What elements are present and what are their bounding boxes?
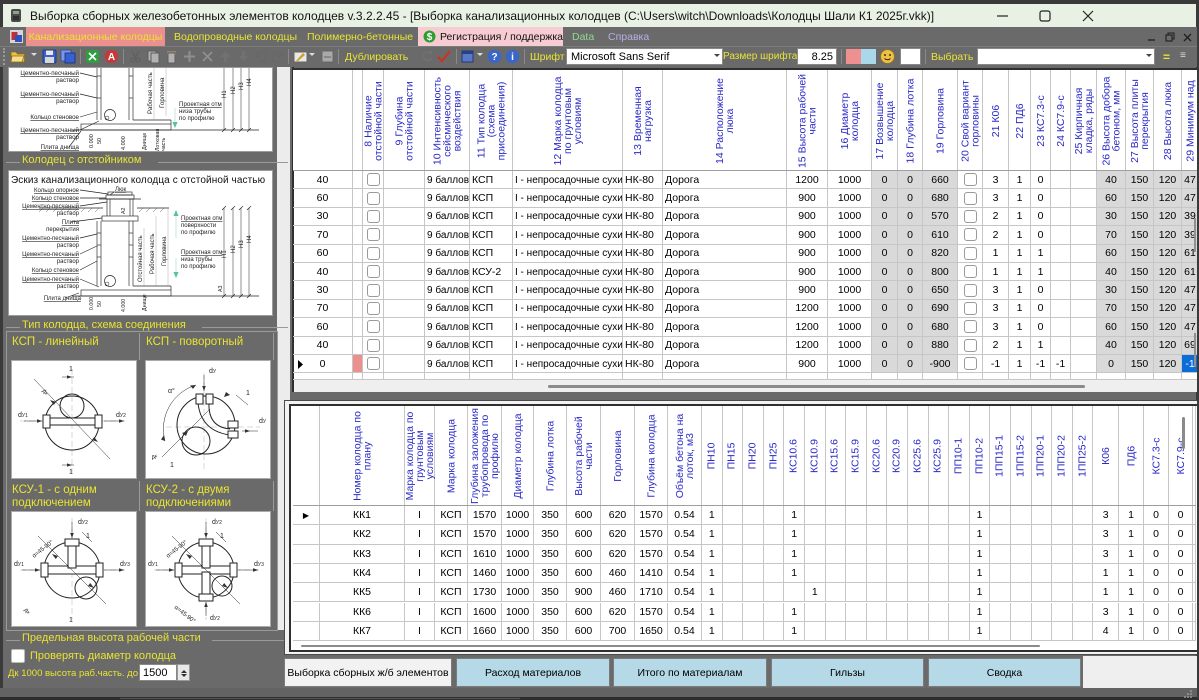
svg-text:Проектная отм: Проектная отм xyxy=(181,216,222,222)
svg-text:i: i xyxy=(511,52,514,63)
svg-text:Цементно-песчаный: Цементно-песчаный xyxy=(20,127,79,134)
svg-text:50: 50 xyxy=(97,301,103,307)
svg-text:Н2: Н2 xyxy=(231,245,237,253)
svg-text:низа трубы: низа трубы xyxy=(181,257,212,263)
svg-text:Рабочая часть: Рабочая часть xyxy=(150,234,156,275)
svg-text:Кольцо стеновое: Кольцо стеновое xyxy=(30,114,79,121)
svg-text:4.000: 4.000 xyxy=(121,299,127,312)
svg-text:dУ2: dУ2 xyxy=(212,519,222,526)
svg-text:dУ3: dУ3 xyxy=(254,561,264,568)
svg-text:Цементно-песчаный: Цементно-песчаный xyxy=(22,235,79,242)
svg-text:Горловина: Горловина xyxy=(162,236,168,266)
svg-text:Проектная отм: Проектная отм xyxy=(179,101,222,108)
svg-text:dУ2: dУ2 xyxy=(116,412,126,419)
svg-text:Н4: Н4 xyxy=(247,78,253,86)
svg-text:Цементно-песчаный: Цементно-песчаный xyxy=(22,203,79,210)
svg-text:по профилю: по профилю xyxy=(181,264,216,270)
svg-text:A: A xyxy=(108,52,115,63)
svg-text:Плита днища: Плита днища xyxy=(41,144,80,151)
svg-text:α=45-90°: α=45-90° xyxy=(173,605,197,624)
svg-text:0.000: 0.000 xyxy=(89,134,95,148)
svg-text:по профилю: по профилю xyxy=(181,230,216,236)
svg-text:Н4: Н4 xyxy=(247,235,253,243)
svg-text:дк: дк xyxy=(151,453,159,461)
svg-text:Днище: Днище xyxy=(142,294,148,311)
svg-text:1: 1 xyxy=(220,533,224,540)
svg-text:Кольцо стеновое: Кольцо стеновое xyxy=(32,196,80,202)
svg-text:dУ3: dУ3 xyxy=(120,561,130,568)
svg-text:Кольцо стеновое: Кольцо стеновое xyxy=(32,268,80,274)
svg-text:dУ1: dУ1 xyxy=(14,561,24,568)
svg-text:по профилю: по профилю xyxy=(179,115,215,122)
svg-text:1: 1 xyxy=(69,617,73,624)
svg-text:поверхности: поверхности xyxy=(181,223,216,229)
svg-text:0.000: 0.000 xyxy=(89,297,95,310)
svg-text:1: 1 xyxy=(246,390,250,397)
svg-text:раствор: раствор xyxy=(57,259,80,265)
svg-text:Цементно-песчаный: Цементно-песчаный xyxy=(22,251,79,258)
svg-text:1: 1 xyxy=(86,533,90,540)
svg-text:перекрытия: перекрытия xyxy=(46,227,79,233)
svg-text:Отстойная часть: Отстойная часть xyxy=(137,235,144,282)
svg-text:Цементно-песчаный: Цементно-песчаный xyxy=(20,70,79,77)
svg-text:Н1: Н1 xyxy=(222,90,228,98)
svg-text:Кольцо опорное: Кольцо опорное xyxy=(34,188,80,194)
svg-text:dУ2: dУ2 xyxy=(210,615,220,622)
svg-text:1: 1 xyxy=(170,462,174,469)
svg-text:$: $ xyxy=(427,32,433,43)
svg-text:дк: дк xyxy=(23,607,32,616)
svg-text:раствор: раствор xyxy=(57,211,80,217)
svg-text:dУ1: dУ1 xyxy=(18,412,28,419)
svg-text:1: 1 xyxy=(69,366,73,373)
svg-text:дк: дк xyxy=(41,388,50,397)
svg-text:Плита: Плита xyxy=(62,220,80,226)
svg-text:Н3: Н3 xyxy=(239,82,245,90)
svg-text:Н3: Н3 xyxy=(239,240,245,248)
svg-text:часть: часть xyxy=(161,137,167,151)
svg-text:Рабочая часть: Рабочая часть xyxy=(147,72,154,114)
svg-text:Люк: Люк xyxy=(115,187,126,193)
svg-text:50: 50 xyxy=(97,138,103,144)
svg-text:1: 1 xyxy=(69,469,73,475)
svg-text:Цементно-песчаный: Цементно-песчаный xyxy=(20,91,79,98)
svg-text:4.000: 4.000 xyxy=(121,136,127,150)
svg-text:Н1: Н1 xyxy=(222,250,228,258)
svg-text:Плита днища: Плита днища xyxy=(44,296,82,302)
svg-text:раствор: раствор xyxy=(56,77,79,84)
svg-text:раствор: раствор xyxy=(57,284,80,290)
svg-text:dУ1: dУ1 xyxy=(148,561,158,568)
svg-text:dУ2: dУ2 xyxy=(78,519,88,526)
svg-text:раствор: раствор xyxy=(56,98,79,105)
svg-text:Проектная отм: Проектная отм xyxy=(181,250,222,256)
svg-text:Цементно-песчаный: Цементно-песчаный xyxy=(22,276,79,283)
svg-text:dУ: dУ xyxy=(259,418,267,425)
svg-text:низа трубы: низа трубы xyxy=(179,108,212,115)
svg-text:А2: А2 xyxy=(121,207,127,214)
svg-text:Н2: Н2 xyxy=(231,86,237,94)
svg-text:Горловина: Горловина xyxy=(159,77,166,108)
svg-text:А3: А3 xyxy=(218,285,224,292)
svg-text:dУ: dУ xyxy=(209,368,217,375)
svg-text:?: ? xyxy=(491,52,497,63)
svg-text:раствор: раствор xyxy=(57,243,80,249)
svg-text:Днище: Днище xyxy=(142,133,148,150)
svg-text:α°: α° xyxy=(168,387,175,395)
